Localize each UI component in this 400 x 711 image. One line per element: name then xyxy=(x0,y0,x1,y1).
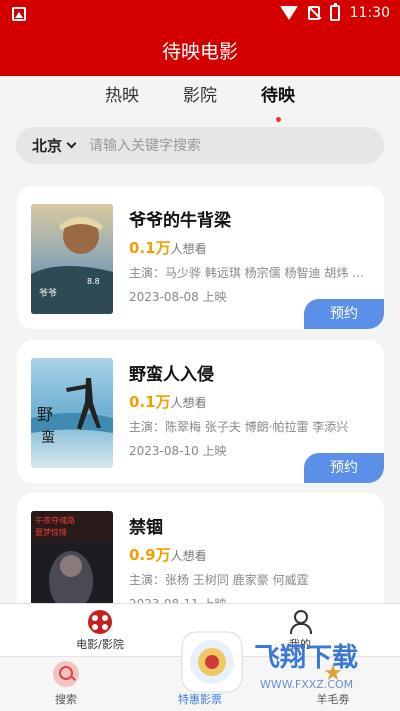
film-reel-icon xyxy=(88,610,112,634)
nav-item-discount-tickets[interactable]: 🎫 特惠影票 xyxy=(150,661,250,707)
search-input[interactable] xyxy=(89,137,350,154)
tab-bar: 热映 影院 待映 xyxy=(0,76,400,122)
release-date: 2023-08-10 上映 xyxy=(129,444,227,458)
poster-text: 野 xyxy=(37,405,53,424)
poster-text: 爷爷 xyxy=(39,287,57,299)
nav-label: 特惠影票 xyxy=(178,693,222,706)
battery-icon xyxy=(329,3,340,21)
ticket-icon: 🎫 xyxy=(187,661,215,686)
status-bar: 11:30 xyxy=(0,0,400,30)
page-title: 待映电影 xyxy=(0,30,400,76)
nav-label: 羊毛劵 xyxy=(316,693,350,706)
status-time: 11:30 xyxy=(349,5,390,21)
search-icon xyxy=(53,661,79,687)
wifi-icon xyxy=(279,6,298,20)
nav-label: 我的 xyxy=(289,638,311,651)
want-number: 0.1万 xyxy=(129,393,171,411)
reserve-button[interactable]: 预约 xyxy=(304,299,384,329)
want-number: 0.1万 xyxy=(129,239,171,257)
nav-item-coupons[interactable]: ★ 羊毛劵 xyxy=(283,661,383,707)
chevron-down-icon xyxy=(66,138,77,149)
poster-date-text: 8.8 xyxy=(87,277,100,286)
want-number: 0.9万 xyxy=(129,546,171,564)
want-count: 0.1万人想看 xyxy=(129,237,207,258)
person-icon xyxy=(288,610,312,634)
bottom-nav-upper: 电影/影院 我的 xyxy=(0,603,400,656)
movie-cast: 主演：陈翠梅 张子夫 博朗·帕拉雷 李添兴 xyxy=(129,420,349,434)
want-label: 人想看 xyxy=(170,549,207,563)
poster-text: 午夜夺魂路 xyxy=(35,515,75,525)
want-label: 人想看 xyxy=(170,396,207,410)
city-selector[interactable]: 北京 xyxy=(32,135,77,156)
movie-poster: 爷爷 8.8 xyxy=(31,204,113,314)
nav-item-mine[interactable]: 我的 xyxy=(240,608,360,652)
star-icon: ★ xyxy=(323,661,343,686)
movie-card[interactable]: 爷爷 8.8 爷爷的牛背梁 0.1万人想看 主演：马少骅 韩远琪 杨宗儒 杨智迪… xyxy=(17,186,384,329)
movie-poster: 野 蛮 xyxy=(31,358,113,468)
movie-cast: 主演：马少骅 韩远琪 杨宗儒 杨智迪 胡炜 … xyxy=(129,266,365,280)
poster-text: 蛮 xyxy=(41,429,55,446)
image-notification-icon xyxy=(12,7,26,21)
no-signal-icon xyxy=(307,6,320,20)
want-count: 0.9万人想看 xyxy=(129,544,207,565)
movie-title: 禁锢 xyxy=(129,518,163,538)
want-count: 0.1万人想看 xyxy=(129,391,207,412)
tab-coming-soon[interactable]: 待映 xyxy=(261,76,295,122)
movie-title: 爷爷的牛背梁 xyxy=(129,211,231,231)
status-icons: 11:30 xyxy=(279,3,390,21)
tab-cinemas[interactable]: 影院 xyxy=(183,76,217,122)
movie-title: 野蛮人入侵 xyxy=(129,365,214,385)
bottom-nav-lower: 搜索 🎫 特惠影票 ★ 羊毛劵 xyxy=(0,656,400,711)
search-bar: 北京 xyxy=(16,127,384,164)
movie-card[interactable]: 野 蛮 野蛮人入侵 0.1万人想看 主演：陈翠梅 张子夫 博朗·帕拉雷 李添兴 … xyxy=(17,340,384,483)
tab-now-showing[interactable]: 热映 xyxy=(105,76,139,122)
poster-text: 噩梦惊悚 xyxy=(35,527,67,537)
reserve-button[interactable]: 预约 xyxy=(304,453,384,483)
nav-label: 搜索 xyxy=(55,693,77,706)
movie-cast: 主演：张杨 王树同 鹿家豪 何威霆 xyxy=(129,573,309,587)
city-label: 北京 xyxy=(32,137,63,155)
nav-item-search[interactable]: 搜索 xyxy=(16,661,116,707)
nav-item-movies-cinemas[interactable]: 电影/影院 xyxy=(40,608,160,652)
want-label: 人想看 xyxy=(170,242,207,256)
nav-label: 电影/影院 xyxy=(76,638,124,651)
release-date: 2023-08-08 上映 xyxy=(129,290,227,304)
